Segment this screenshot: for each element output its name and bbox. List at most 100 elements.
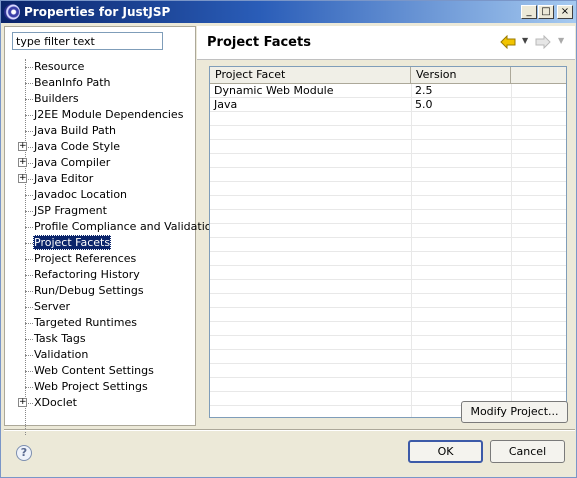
table-row[interactable]: Java 5.0 bbox=[210, 98, 566, 112]
ok-button[interactable]: OK bbox=[408, 440, 483, 463]
tree-item-label: Refactoring History bbox=[34, 268, 140, 281]
window-title: Properties for JustJSP bbox=[24, 5, 171, 19]
tree-item-refactoring-history[interactable]: Refactoring History bbox=[5, 267, 195, 283]
page-title: Project Facets bbox=[207, 35, 311, 50]
tree-item-label: Resource bbox=[34, 60, 85, 73]
tree-connector bbox=[25, 371, 33, 372]
tree-connector bbox=[25, 211, 33, 212]
maximize-button[interactable]: □ bbox=[538, 5, 554, 19]
tree-item-label: Validation bbox=[34, 348, 89, 361]
empty-table-row bbox=[210, 350, 566, 364]
tree-item-label: Java Editor bbox=[34, 172, 94, 185]
minimize-button[interactable]: _ bbox=[521, 5, 537, 19]
footer-divider bbox=[4, 429, 575, 431]
tree-connector bbox=[25, 195, 33, 196]
cancel-button[interactable]: Cancel bbox=[490, 440, 565, 463]
facet-version-cell: 2.5 bbox=[415, 84, 433, 97]
empty-table-row bbox=[210, 126, 566, 140]
empty-table-row bbox=[210, 168, 566, 182]
close-button[interactable]: × bbox=[557, 5, 573, 19]
facet-name-cell: Java bbox=[214, 98, 238, 111]
facets-table[interactable]: Project Facet Version Dynamic Web Module… bbox=[209, 66, 567, 418]
tree-connector bbox=[25, 275, 33, 276]
expand-icon[interactable]: + bbox=[18, 142, 27, 151]
tree-item-builders[interactable]: Builders bbox=[5, 91, 195, 107]
tree-item-label: XDoclet bbox=[34, 396, 77, 409]
tree-item-run-debug-settings[interactable]: Run/Debug Settings bbox=[5, 283, 195, 299]
empty-table-row bbox=[210, 266, 566, 280]
expand-icon[interactable]: + bbox=[18, 174, 27, 183]
tree-item-project-references[interactable]: Project References bbox=[5, 251, 195, 267]
facet-name-cell: Dynamic Web Module bbox=[214, 84, 334, 97]
tree-item-label: Run/Debug Settings bbox=[34, 284, 144, 297]
tree-item-web-content-settings[interactable]: Web Content Settings bbox=[5, 363, 195, 379]
tree-item-label: Web Project Settings bbox=[34, 380, 148, 393]
page-header: Project Facets ▼ ▼ bbox=[197, 26, 575, 60]
tree-connector bbox=[25, 355, 33, 356]
empty-table-row bbox=[210, 322, 566, 336]
empty-table-row bbox=[210, 238, 566, 252]
help-icon[interactable]: ? bbox=[16, 445, 32, 461]
property-page: Project Facets ▼ ▼ Project Facet Version… bbox=[197, 26, 575, 426]
filter-input[interactable] bbox=[12, 32, 163, 50]
expand-icon[interactable]: + bbox=[18, 398, 27, 407]
tree-item-j2ee-module-dependencies[interactable]: J2EE Module Dependencies bbox=[5, 107, 195, 123]
tree-item-javadoc-location[interactable]: Javadoc Location bbox=[5, 187, 195, 203]
tree-connector bbox=[25, 339, 33, 340]
tree-item-label: JSP Fragment bbox=[34, 204, 107, 217]
tree-item-xdoclet[interactable]: + XDoclet bbox=[5, 395, 195, 411]
column-header-project-facet[interactable]: Project Facet bbox=[210, 67, 411, 83]
back-dropdown-icon[interactable]: ▼ bbox=[522, 36, 528, 45]
facet-version-cell: 5.0 bbox=[415, 98, 433, 111]
tree-connector bbox=[25, 83, 33, 84]
table-body: Dynamic Web Module 2.5 Java 5.0 bbox=[210, 84, 566, 406]
column-header-version[interactable]: Version bbox=[411, 67, 511, 83]
forward-dropdown-icon[interactable]: ▼ bbox=[558, 36, 564, 45]
tree-item-label: Task Tags bbox=[34, 332, 86, 345]
forward-arrow-icon[interactable] bbox=[535, 35, 551, 49]
tree-item-label: Server bbox=[34, 300, 71, 313]
tree-item-label: Java Build Path bbox=[34, 124, 117, 137]
tree-item-beaninfo-path[interactable]: BeanInfo Path bbox=[5, 75, 195, 91]
tree-connector bbox=[25, 307, 33, 308]
tree-item-jsp-fragment[interactable]: JSP Fragment bbox=[5, 203, 195, 219]
modify-project-button[interactable]: Modify Project... bbox=[461, 401, 568, 423]
properties-dialog: Properties for JustJSP _ □ × Resource Bea… bbox=[0, 0, 577, 478]
empty-table-row bbox=[210, 112, 566, 126]
table-row[interactable]: Dynamic Web Module 2.5 bbox=[210, 84, 566, 98]
tree-item-java-build-path[interactable]: Java Build Path bbox=[5, 123, 195, 139]
tree-item-label: BeanInfo Path bbox=[34, 76, 111, 89]
preference-tree: Resource BeanInfo Path Builders J2EE Module… bbox=[5, 59, 218, 411]
tree-item-label: Web Content Settings bbox=[34, 364, 154, 377]
tree-item-server[interactable]: Server bbox=[5, 299, 195, 315]
empty-table-row bbox=[210, 196, 566, 210]
tree-item-java-compiler[interactable]: + Java Compiler bbox=[5, 155, 195, 171]
tree-item-java-editor[interactable]: + Java Editor bbox=[5, 171, 195, 187]
table-header: Project Facet Version bbox=[210, 67, 566, 84]
tree-item-resource[interactable]: Resource bbox=[5, 59, 195, 75]
empty-table-row bbox=[210, 252, 566, 266]
title-bar[interactable]: Properties for JustJSP _ □ × bbox=[1, 1, 576, 23]
tree-connector bbox=[25, 243, 33, 244]
expand-icon[interactable]: + bbox=[18, 158, 27, 167]
tree-item-validation[interactable]: Validation bbox=[5, 347, 195, 363]
empty-table-row bbox=[210, 308, 566, 322]
empty-table-row bbox=[210, 210, 566, 224]
empty-table-row bbox=[210, 154, 566, 168]
empty-table-row bbox=[210, 336, 566, 350]
tree-item-targeted-runtimes[interactable]: Targeted Runtimes bbox=[5, 315, 195, 331]
tree-item-label: Project References bbox=[34, 252, 137, 265]
tree-item-web-project-settings[interactable]: Web Project Settings bbox=[5, 379, 195, 395]
tree-item-java-code-style[interactable]: + Java Code Style bbox=[5, 139, 195, 155]
empty-table-row bbox=[210, 182, 566, 196]
empty-table-row bbox=[210, 294, 566, 308]
back-arrow-icon[interactable] bbox=[500, 35, 516, 49]
tree-item-label: Java Code Style bbox=[34, 140, 121, 153]
tree-connector bbox=[25, 291, 33, 292]
tree-item-profile-compliance-and-validation[interactable]: Profile Compliance and Validation bbox=[5, 219, 218, 235]
eclipse-icon bbox=[4, 4, 20, 20]
tree-item-project-facets[interactable]: Project Facets bbox=[5, 235, 195, 251]
tree-item-task-tags[interactable]: Task Tags bbox=[5, 331, 195, 347]
tree-connector bbox=[25, 67, 33, 68]
tree-item-label: Targeted Runtimes bbox=[34, 316, 137, 329]
